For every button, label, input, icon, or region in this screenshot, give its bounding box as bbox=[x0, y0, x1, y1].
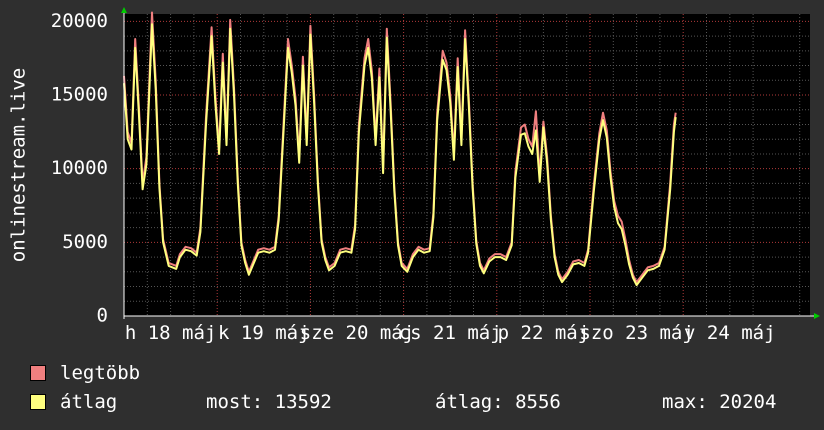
y-axis-arrow-icon bbox=[121, 7, 127, 13]
x-tick-label: p 22 máj bbox=[498, 322, 590, 344]
legend-item-avg: átlag bbox=[30, 391, 117, 413]
legend-item-max: legtöbb bbox=[30, 362, 140, 384]
x-tick-label: k 19 máj bbox=[218, 322, 310, 344]
graph-panel: 0 5000 10000 15000 20000 h 18 máj k 19 máj sze… bbox=[0, 0, 824, 430]
y-tick-labels: 0 5000 10000 15000 20000 bbox=[51, 10, 108, 327]
x-axis-arrow-icon bbox=[814, 313, 820, 319]
y-tick-label: 20000 bbox=[51, 10, 108, 32]
y-tick-label: 5000 bbox=[62, 231, 108, 253]
x-tick-label: h 18 máj bbox=[125, 322, 217, 344]
avg-swatch-icon bbox=[30, 394, 46, 410]
stat-maximum: max: 20204 bbox=[662, 391, 777, 413]
y-axis-label: onlinestream.live bbox=[8, 68, 30, 262]
y-tick-label: 0 bbox=[97, 305, 108, 327]
max-swatch-icon bbox=[30, 365, 46, 381]
legend-label-avg: átlag bbox=[60, 391, 118, 413]
stat-current: most: 13592 bbox=[206, 391, 332, 413]
x-tick-label: sze 20 máj bbox=[300, 322, 414, 344]
x-tick-labels: h 18 máj k 19 májsze 20 májcs 21 májp 22 … bbox=[125, 322, 776, 344]
y-tick-label: 15000 bbox=[51, 84, 108, 106]
stat-average: átlag: 8556 bbox=[435, 391, 561, 413]
x-tick-label: szo 23 máj bbox=[579, 322, 693, 344]
x-tick-label: v 24 máj bbox=[684, 322, 776, 344]
x-tick-label: cs 21 máj bbox=[399, 322, 502, 344]
y-tick-label: 10000 bbox=[51, 157, 108, 179]
legend-label-max: legtöbb bbox=[60, 362, 141, 384]
